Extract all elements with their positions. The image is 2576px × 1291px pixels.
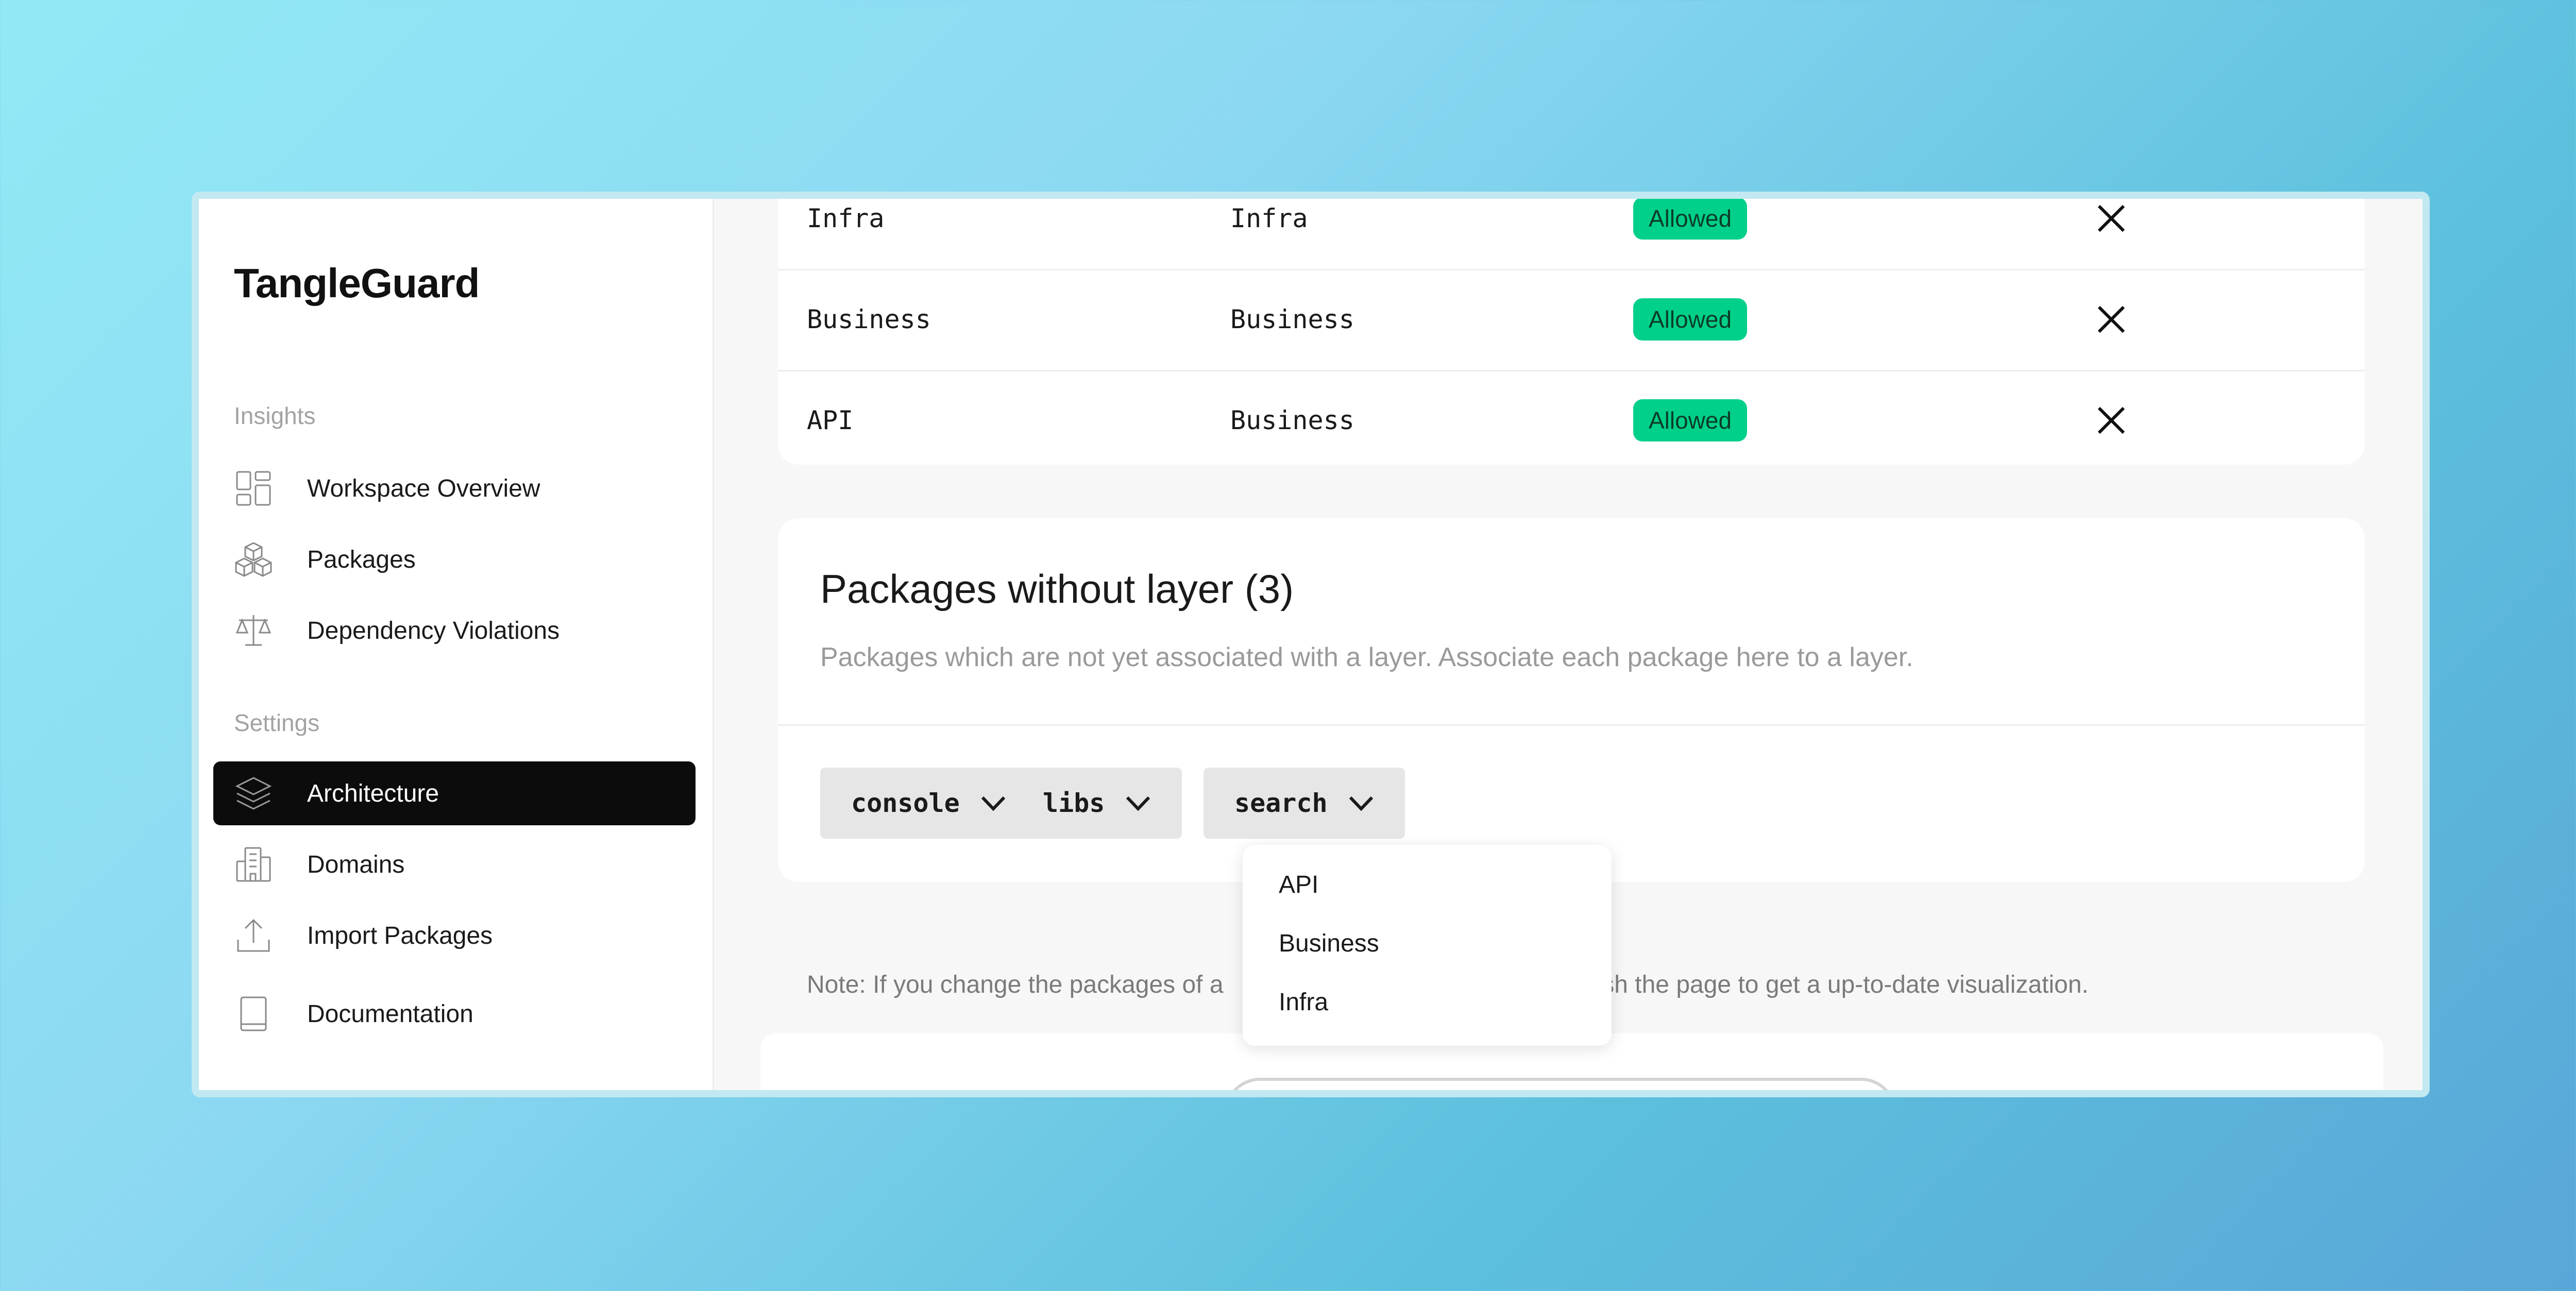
rule-from-layer: Infra <box>807 203 885 233</box>
section-title-insights: Insights <box>234 402 316 429</box>
table-row: API Business Allowed <box>778 370 2365 471</box>
app-window: TangleGuard Insights Workspace Overview … <box>192 192 2430 1097</box>
package-layer-select-console[interactable]: console <box>820 768 1037 839</box>
app-logo: TangleGuard <box>234 260 480 306</box>
building-icon <box>235 846 272 883</box>
note-text-left: Note: If you change the packages of a <box>807 971 1224 998</box>
table-row: Business Business Allowed <box>778 269 2365 371</box>
sidebar-item-documentation[interactable]: Documentation <box>213 982 696 1046</box>
dropdown-option-infra[interactable]: Infra <box>1279 988 1328 1016</box>
sidebar-item-label: Packages <box>307 546 416 573</box>
close-icon[interactable] <box>2096 405 2127 436</box>
sidebar-item-domains[interactable]: Domains <box>213 833 696 896</box>
sidebar-item-label: Architecture <box>307 779 439 807</box>
status-badge: Allowed <box>1633 399 1748 441</box>
main-content: Infra Infra Allowed Business Business Al… <box>714 199 2422 1090</box>
table-row: Infra Infra Allowed <box>778 199 2365 270</box>
rule-from-layer: Business <box>807 304 931 334</box>
status-badge: Allowed <box>1633 199 1748 240</box>
book-icon <box>235 995 272 1032</box>
rule-to-layer: Infra <box>1230 203 1308 233</box>
chevron-down-icon <box>1126 796 1150 811</box>
sidebar-item-label: Workspace Overview <box>307 474 540 502</box>
sidebar-item-label: Dependency Violations <box>307 617 560 644</box>
rules-table: Infra Infra Allowed Business Business Al… <box>778 199 2365 465</box>
package-layer-select-libs[interactable]: libs <box>1012 768 1182 839</box>
rule-to-layer: Business <box>1230 405 1354 435</box>
upload-icon <box>235 917 272 954</box>
packages-without-layer-card: Packages without layer (3) Packages whic… <box>778 518 2365 882</box>
sidebar-item-workspace-overview[interactable]: Workspace Overview <box>213 456 696 520</box>
rule-from-layer: API <box>807 405 854 435</box>
section-description: Packages which are not yet associated wi… <box>820 642 1913 672</box>
scale-icon <box>235 612 272 649</box>
sidebar: TangleGuard Insights Workspace Overview … <box>199 199 714 1090</box>
sidebar-item-label: Documentation <box>307 1000 473 1028</box>
layers-icon <box>235 775 272 812</box>
sidebar-item-label: Domains <box>307 851 405 878</box>
section-heading: Packages without layer (3) <box>820 566 1294 611</box>
cubes-icon <box>235 541 272 578</box>
package-name: search <box>1234 788 1328 818</box>
sidebar-item-import-packages[interactable]: Import Packages <box>213 904 696 967</box>
close-icon[interactable] <box>2096 203 2127 234</box>
chevron-down-icon <box>1349 796 1373 811</box>
note-text-right: esh the page to get a up-to-date visuali… <box>1588 971 2089 998</box>
rule-to-layer: Business <box>1230 304 1354 334</box>
section-title-settings: Settings <box>234 709 320 736</box>
divider <box>778 724 2365 726</box>
sidebar-item-label: Import Packages <box>307 922 493 949</box>
package-layer-select-search[interactable]: search <box>1204 768 1405 839</box>
close-icon[interactable] <box>2096 304 2127 335</box>
visualization-toggle[interactable] <box>1224 1078 1897 1090</box>
layer-dropdown-menu: API Business Infra <box>1243 845 1612 1046</box>
package-name: console <box>851 788 960 818</box>
sidebar-item-packages[interactable]: Packages <box>213 528 696 591</box>
sidebar-item-dependency-violations[interactable]: Dependency Violations <box>213 599 696 663</box>
grid-layout-icon <box>235 470 272 507</box>
sidebar-item-architecture[interactable]: Architecture <box>213 761 696 825</box>
chevron-down-icon <box>981 796 1005 811</box>
dropdown-option-business[interactable]: Business <box>1279 929 1379 958</box>
package-name: libs <box>1043 788 1105 818</box>
status-badge: Allowed <box>1633 298 1748 341</box>
dropdown-option-api[interactable]: API <box>1279 871 1318 899</box>
